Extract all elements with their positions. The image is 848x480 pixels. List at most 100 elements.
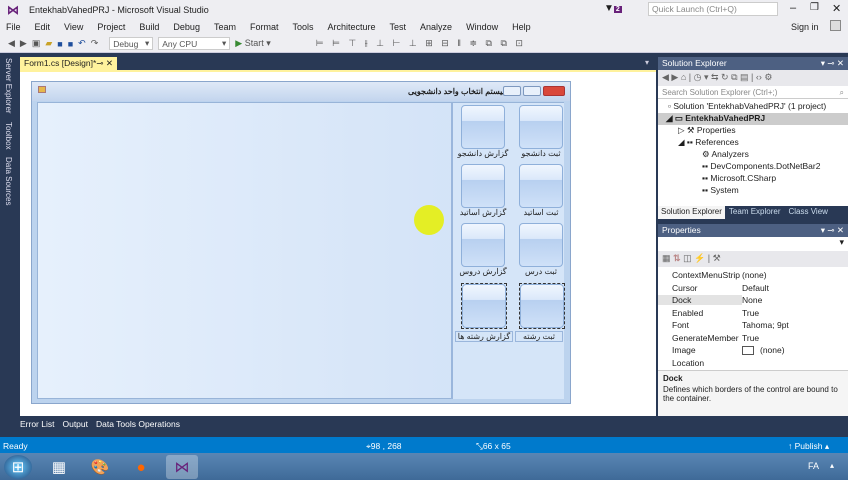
- tab-dropdown-icon[interactable]: ▾: [645, 58, 649, 67]
- solution-tabs: Solution Explorer Team Explorer Class Vi…: [658, 206, 848, 219]
- start-button[interactable]: ▶ Start ▾: [235, 38, 270, 49]
- properties-toolbar[interactable]: ▦ ⇅ ◫ ⚡ | ⚒: [658, 251, 848, 267]
- start-orb-icon[interactable]: ⊞: [4, 455, 32, 479]
- form-maximize-icon[interactable]: [523, 86, 541, 96]
- menu-debug[interactable]: Debug: [173, 22, 200, 32]
- menu-architecture[interactable]: Architecture: [328, 22, 376, 32]
- forward-icon[interactable]: ▶: [20, 38, 27, 49]
- server-explorer-tab[interactable]: Server Explorer: [4, 58, 13, 114]
- menu-window[interactable]: Window: [466, 22, 498, 32]
- panel-controls[interactable]: ▾ ⊸ ✕: [821, 58, 844, 69]
- close-tab-icon[interactable]: ✕: [106, 58, 113, 68]
- register-student-tile: [519, 105, 563, 149]
- prop-row[interactable]: GenerateMember True: [658, 332, 848, 345]
- menu-analyze[interactable]: Analyze: [420, 22, 452, 32]
- btn-report-majors[interactable]: [461, 283, 507, 329]
- menu-build[interactable]: Build: [139, 22, 159, 32]
- prop-row[interactable]: Location: [658, 357, 848, 370]
- image-swatch: [742, 345, 754, 355]
- menu-test[interactable]: Test: [390, 22, 407, 32]
- btn-report-courses[interactable]: گزارش دروس: [459, 223, 512, 276]
- document-tab-form1[interactable]: Form1.cs [Design]* ⊸ ✕: [20, 57, 117, 70]
- form-title: سیستم انتخاب واحد دانشجویی: [408, 87, 510, 96]
- new-project-icon[interactable]: ▣: [32, 38, 41, 49]
- btn-register-student[interactable]: ثبت دانشجو: [519, 105, 570, 158]
- config-select[interactable]: Debug ▾: [109, 37, 154, 50]
- align-icons[interactable]: ⊨ ⊨ ⊤ ⫲ ⊥ ⊢ ⊥ ⊞ ⊟ ‖ ≑ ⧉ ⧉ ⊡: [316, 38, 526, 49]
- tab-solution-explorer[interactable]: Solution Explorer: [658, 206, 725, 219]
- btn-label: ثبت دانشجو: [521, 149, 561, 158]
- data-sources-tab[interactable]: Data Sources: [4, 157, 13, 205]
- tree-properties[interactable]: ▷ ⚒ Properties: [658, 125, 848, 137]
- menu-team[interactable]: Team: [214, 22, 236, 32]
- tray-expand-icon[interactable]: ▴: [830, 461, 834, 470]
- tree-solution[interactable]: ▫ Solution 'EntekhabVahedPRJ' (1 project…: [658, 101, 848, 113]
- undo-icon[interactable]: ↶: [78, 38, 86, 49]
- register-course-tile: [519, 223, 563, 267]
- form-minimize-icon[interactable]: [503, 86, 521, 96]
- btn-register-course[interactable]: ثبت درس: [519, 223, 570, 276]
- tab-data-tools[interactable]: Data Tools Operations: [96, 419, 180, 433]
- prop-row-selected[interactable]: Dock None: [658, 294, 848, 307]
- menu-view[interactable]: View: [64, 22, 83, 32]
- back-icon[interactable]: ◀: [8, 38, 15, 49]
- object-selector[interactable]: ▾: [658, 237, 848, 251]
- prop-row[interactable]: ContextMenuStrip (none): [658, 269, 848, 282]
- tree-analyzers[interactable]: ⚙ Analyzers: [658, 149, 848, 161]
- tree-project[interactable]: ◢ ▭ EntekhabVahedPRJ: [658, 113, 848, 125]
- prop-row[interactable]: Cursor Default: [658, 282, 848, 295]
- minimize-button[interactable]: –: [790, 2, 796, 14]
- visual-studio-taskbar-icon[interactable]: ⋈: [166, 455, 198, 479]
- mouse-highlight: [414, 205, 444, 235]
- solution-explorer-toolbar[interactable]: ◀ ▶ ⌂ | ◷ ▾ ⇆ ↻ ⧉ ▤ | ‹› ⚙: [658, 70, 848, 86]
- status-text: Ready: [3, 441, 28, 451]
- tab-class-view[interactable]: Class View: [785, 206, 832, 219]
- tree-references[interactable]: ◢ ▪▪ References: [658, 137, 848, 149]
- platform-select[interactable]: Any CPU ▾: [158, 37, 231, 50]
- prop-row[interactable]: Font Tahoma; 9pt: [658, 319, 848, 332]
- redo-icon[interactable]: ↷: [91, 38, 99, 49]
- solution-search-input[interactable]: Search Solution Explorer (Ctrl+;) ⌕: [658, 86, 848, 99]
- tab-error-list[interactable]: Error List: [20, 419, 54, 433]
- save-all-icon[interactable]: ■: [68, 39, 73, 49]
- account-icon[interactable]: [830, 20, 841, 31]
- restore-button[interactable]: ❐: [810, 2, 819, 13]
- menu-project[interactable]: Project: [97, 22, 125, 32]
- tab-output[interactable]: Output: [62, 419, 88, 433]
- quick-launch-input[interactable]: Quick Launch (Ctrl+Q): [648, 2, 778, 16]
- calculator-icon[interactable]: ▦: [45, 455, 73, 479]
- designed-form[interactable]: سیستم انتخاب واحد دانشجویی ثبت دانشجو گز…: [31, 81, 571, 404]
- prop-row[interactable]: Image (none): [658, 344, 848, 357]
- publish-button[interactable]: ↑ Publish ▴: [788, 441, 829, 452]
- menu-tools[interactable]: Tools: [292, 22, 313, 32]
- btn-label: گزارش اساتید: [459, 208, 507, 217]
- save-icon[interactable]: ■: [57, 39, 62, 49]
- solution-explorer-panel: Solution Explorer ▾ ⊸ ✕ ◀ ▶ ⌂ | ◷ ▾ ⇆ ↻ ⧉…: [658, 57, 848, 219]
- btn-report-student[interactable]: گزارش دانشجو: [458, 105, 512, 158]
- open-icon[interactable]: ▰: [45, 38, 52, 49]
- btn-label: گزارش دانشجو: [457, 149, 509, 158]
- menu-file[interactable]: File: [6, 22, 21, 32]
- tree-ref-system[interactable]: ▪▪ System: [658, 185, 848, 197]
- language-indicator[interactable]: FA: [808, 461, 819, 471]
- btn-report-teachers[interactable]: گزارش اساتید: [460, 164, 512, 217]
- btn-label: ثبت درس: [525, 267, 557, 276]
- menu-help[interactable]: Help: [512, 22, 531, 32]
- tab-team-explorer[interactable]: Team Explorer: [725, 206, 785, 219]
- btn-register-teachers[interactable]: ثبت اساتید: [519, 164, 570, 217]
- tree-ref-dotnetbar[interactable]: ▪▪ DevComponents.DotNetBar2: [658, 161, 848, 173]
- menu-format[interactable]: Format: [250, 22, 279, 32]
- tree-ref-csharp[interactable]: ▪▪ Microsoft.CSharp: [658, 173, 848, 185]
- notifications-icon[interactable]: ▼ 2: [604, 3, 622, 14]
- firefox-icon[interactable]: ●: [127, 455, 155, 479]
- close-button[interactable]: ✕: [832, 2, 841, 15]
- prop-row[interactable]: Enabled True: [658, 307, 848, 320]
- sign-in-link[interactable]: Sign in: [791, 22, 819, 32]
- btn-register-major[interactable]: [519, 283, 565, 329]
- toolbox-tab[interactable]: Toolbox: [4, 122, 13, 150]
- paint-icon[interactable]: 🎨: [86, 455, 114, 479]
- menu-edit[interactable]: Edit: [35, 22, 51, 32]
- pin-icon[interactable]: ⊸: [96, 58, 103, 68]
- form-close-icon[interactable]: [543, 86, 565, 96]
- panel-controls[interactable]: ▾ ⊸ ✕: [821, 225, 844, 236]
